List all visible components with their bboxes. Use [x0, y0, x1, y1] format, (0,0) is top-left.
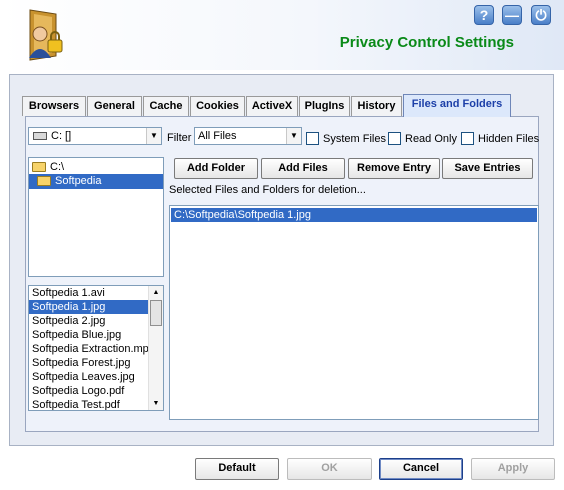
- scroll-up-icon[interactable]: ▲: [149, 286, 163, 299]
- filter-value: All Files: [198, 130, 237, 142]
- file-list-scrollbar[interactable]: ▲ ▼: [148, 286, 163, 410]
- minimize-button[interactable]: —: [502, 5, 522, 25]
- filter-select[interactable]: All Files ▼: [194, 127, 302, 145]
- ok-button[interactable]: OK: [287, 458, 372, 480]
- privacy-shield-logo-icon: [12, 6, 70, 64]
- file-list[interactable]: Softpedia 1.avi Softpedia 1.jpg Softpedi…: [28, 285, 164, 411]
- list-item[interactable]: Softpedia 1.jpg: [29, 300, 163, 314]
- tree-item-root[interactable]: C:\: [29, 160, 163, 174]
- power-button[interactable]: ⏻: [531, 5, 551, 25]
- tab-browsers[interactable]: Browsers: [22, 96, 86, 116]
- save-entries-button[interactable]: Save Entries: [442, 158, 533, 179]
- scrollbar-thumb[interactable]: [150, 300, 162, 326]
- default-button[interactable]: Default: [195, 458, 279, 480]
- system-files-checkbox[interactable]: [306, 132, 319, 145]
- list-item[interactable]: Softpedia Blue.jpg: [29, 328, 163, 342]
- tree-item-softpedia[interactable]: Softpedia: [29, 174, 163, 189]
- tab-files-and-folders[interactable]: Files and Folders: [403, 94, 511, 117]
- selected-files-label: Selected Files and Folders for deletion.…: [169, 184, 366, 196]
- list-item[interactable]: Softpedia Test.pdf: [29, 398, 163, 410]
- folder-tree[interactable]: C:\ Softpedia: [28, 157, 164, 277]
- list-item[interactable]: Softpedia Extraction.mp: [29, 342, 163, 356]
- add-files-button[interactable]: Add Files: [261, 158, 345, 179]
- footer: Default OK Cancel Apply: [0, 448, 564, 490]
- add-folder-button[interactable]: Add Folder: [174, 158, 258, 179]
- app-title: Privacy Control Settings: [339, 34, 514, 51]
- list-item[interactable]: Softpedia Forest.jpg: [29, 356, 163, 370]
- tab-cache[interactable]: Cache: [143, 96, 189, 116]
- folder-open-icon: [32, 162, 46, 173]
- filter-label: Filter: [167, 132, 192, 144]
- folder-open-icon: [37, 176, 51, 187]
- cancel-button[interactable]: Cancel: [379, 458, 463, 480]
- help-button[interactable]: ?: [474, 5, 494, 25]
- read-only-label: Read Only: [405, 133, 457, 145]
- chevron-down-icon[interactable]: ▼: [286, 128, 301, 144]
- read-only-checkbox[interactable]: [388, 132, 401, 145]
- tab-cookies[interactable]: Cookies: [190, 96, 245, 116]
- hidden-files-label: Hidden Files: [478, 133, 540, 145]
- list-item[interactable]: C:\Softpedia\Softpedia 1.jpg: [171, 208, 537, 222]
- system-files-label: System Files: [323, 133, 386, 145]
- apply-button[interactable]: Apply: [471, 458, 555, 480]
- list-item[interactable]: Softpedia Logo.pdf: [29, 384, 163, 398]
- hidden-files-checkbox[interactable]: [461, 132, 474, 145]
- chevron-down-icon[interactable]: ▼: [146, 128, 161, 144]
- list-item[interactable]: Softpedia Leaves.jpg: [29, 370, 163, 384]
- drive-icon: [33, 132, 47, 140]
- remove-entry-button[interactable]: Remove Entry: [348, 158, 440, 179]
- tab-plugins[interactable]: PlugIns: [299, 96, 350, 116]
- settings-panel: Browsers General Cache Cookies ActiveX P…: [9, 74, 554, 446]
- header: Privacy Control Settings ? — ⏻: [0, 0, 564, 70]
- scroll-down-icon[interactable]: ▼: [149, 397, 163, 410]
- drive-value: C: []: [51, 130, 72, 142]
- drive-select[interactable]: C: [] ▼: [28, 127, 162, 145]
- tab-activex[interactable]: ActiveX: [246, 96, 298, 116]
- tab-general[interactable]: General: [87, 96, 142, 116]
- tab-history[interactable]: History: [351, 96, 402, 116]
- list-item[interactable]: Softpedia 2.jpg: [29, 314, 163, 328]
- list-item[interactable]: Softpedia 1.avi: [29, 286, 163, 300]
- selected-files-list[interactable]: C:\Softpedia\Softpedia 1.jpg: [169, 205, 539, 420]
